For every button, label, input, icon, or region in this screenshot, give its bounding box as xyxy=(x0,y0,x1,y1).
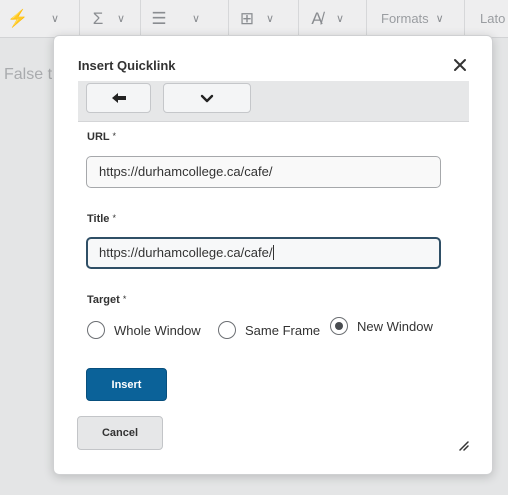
chevron-down-icon xyxy=(200,94,214,102)
list-icon[interactable]: ☰ xyxy=(147,9,171,29)
back-button[interactable] xyxy=(86,83,151,113)
radio-button[interactable] xyxy=(87,321,105,339)
text-cursor xyxy=(273,245,275,260)
required-marker: * xyxy=(112,213,116,223)
radio-new-window[interactable]: New Window xyxy=(330,317,433,335)
radio-whole-window[interactable]: Whole Window xyxy=(87,321,201,339)
font-label: Lato xyxy=(480,11,506,26)
dialog-title: Insert Quicklink xyxy=(78,58,176,73)
title-label: Title * xyxy=(87,213,116,225)
dialog-toolbar xyxy=(78,81,469,122)
radio-label: Whole Window xyxy=(114,322,201,338)
arrow-left-icon xyxy=(111,93,126,103)
required-marker: * xyxy=(122,294,127,304)
toolbar-group-math[interactable]: ⚡ ∨ xyxy=(0,0,80,37)
radio-same-frame[interactable]: Same Frame xyxy=(218,321,320,339)
formats-dropdown[interactable]: Formats ∨ xyxy=(367,0,465,37)
chevron-down-icon[interactable]: ∨ xyxy=(110,12,132,25)
radio-label: New Window xyxy=(357,318,433,334)
chevron-down-icon[interactable]: ∨ xyxy=(259,12,281,25)
insert-quicklink-dialog: Insert Quicklink URL * https://durhamcol… xyxy=(53,35,493,475)
chevron-down-icon: ∨ xyxy=(435,13,444,25)
format-icon[interactable]: A̸ xyxy=(305,9,329,29)
sigma-icon[interactable]: Σ xyxy=(86,9,110,29)
radio-label: Same Frame xyxy=(245,322,321,338)
toolbar-group-list[interactable]: ☰ ∨ xyxy=(141,0,229,37)
chevron-down-icon[interactable]: ∨ xyxy=(44,12,66,25)
cancel-button[interactable]: Cancel xyxy=(77,416,163,450)
table-icon[interactable]: ⊞ xyxy=(235,9,259,29)
close-icon[interactable] xyxy=(453,58,467,72)
math-icon[interactable]: ⚡ xyxy=(6,9,30,29)
toolbar-group-equation[interactable]: Σ ∨ xyxy=(80,0,141,37)
url-label: URL * xyxy=(87,131,116,143)
insert-button[interactable]: Insert xyxy=(86,368,167,401)
editor-toolbar: ⚡ ∨ Σ ∨ ☰ ∨ ⊞ ∨ A̸ ∨ Formats ∨ Lato xyxy=(0,0,508,38)
resize-handle-icon[interactable] xyxy=(457,439,469,451)
expand-button[interactable] xyxy=(163,83,251,113)
radio-button[interactable] xyxy=(218,321,236,339)
chevron-down-icon[interactable]: ∨ xyxy=(329,12,351,25)
title-field[interactable]: https://durhamcollege.ca/cafe/ xyxy=(86,237,441,269)
target-label: Target * xyxy=(87,294,127,306)
toolbar-group-table[interactable]: ⊞ ∨ xyxy=(229,0,299,37)
close-button[interactable] xyxy=(450,56,470,76)
required-marker: * xyxy=(112,131,116,141)
formats-label: Formats xyxy=(381,11,429,26)
chevron-down-icon[interactable]: ∨ xyxy=(185,12,207,25)
toolbar-group-format[interactable]: A̸ ∨ xyxy=(299,0,367,37)
font-dropdown[interactable]: Lato xyxy=(465,0,508,37)
radio-button-checked[interactable] xyxy=(330,317,348,335)
url-field[interactable]: https://durhamcollege.ca/cafe/ xyxy=(86,156,441,188)
editor-content-text: False t xyxy=(4,66,53,83)
